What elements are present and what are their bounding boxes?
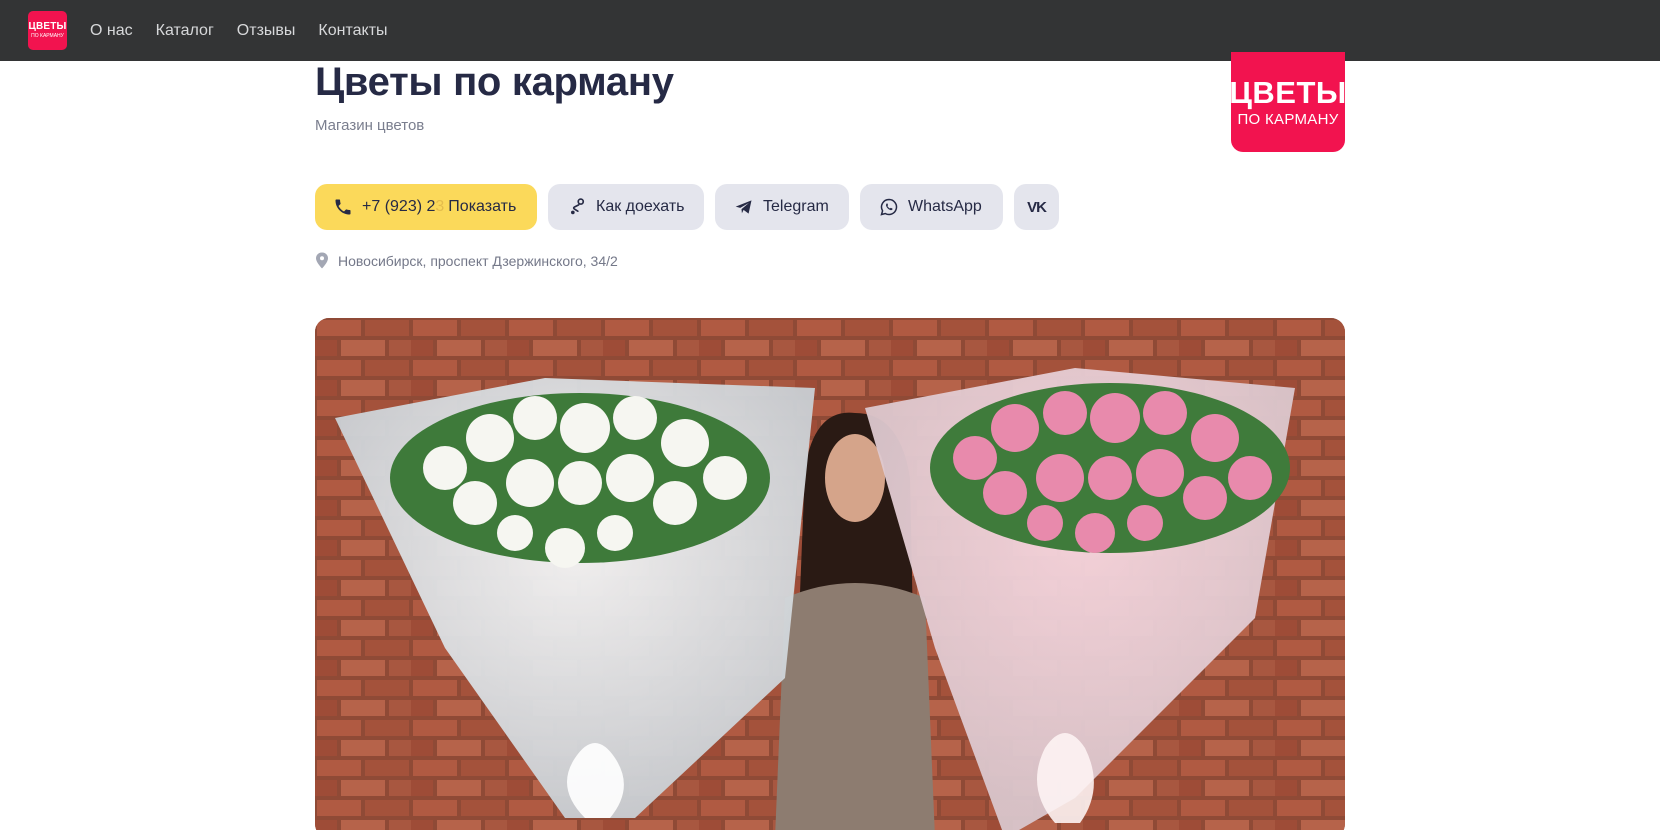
address-text: Новосибирск, проспект Дзержинского, 34/2 bbox=[338, 252, 618, 269]
telegram-icon bbox=[734, 197, 754, 217]
nav-logo-line2: ПО КАРМАНУ bbox=[31, 33, 64, 39]
nav-logo[interactable]: ЦВЕТЫ ПО КАРМАНУ bbox=[28, 11, 67, 50]
page-title: Цветы по карману bbox=[315, 60, 674, 104]
bouquet-photo-illustration bbox=[315, 318, 1345, 830]
brand-logo-line2: ПО КАРМАНУ bbox=[1237, 111, 1339, 128]
phone-number: +7 (923) 2 bbox=[362, 198, 436, 215]
phone-show-label: Показать bbox=[448, 198, 517, 215]
brand-logo-line1: ЦВЕТЫ bbox=[1229, 75, 1347, 110]
action-buttons: +7 (923) 23 Показать Как доехать Telegra… bbox=[315, 184, 1059, 230]
top-navigation-bar: ЦВЕТЫ ПО КАРМАНУ О нас Каталог Отзывы Ко… bbox=[0, 0, 1660, 61]
nav-links: О нас Каталог Отзывы Контакты bbox=[90, 0, 411, 61]
address: Новосибирск, проспект Дзержинского, 34/2 bbox=[315, 252, 618, 269]
nav-link-contacts[interactable]: Контакты bbox=[318, 22, 387, 40]
brand-logo: ЦВЕТЫ ПО КАРМАНУ bbox=[1229, 52, 1347, 152]
nav-link-reviews[interactable]: Отзывы bbox=[237, 22, 296, 40]
route-button[interactable]: Как доехать bbox=[548, 184, 704, 230]
phone-button[interactable]: +7 (923) 23 Показать bbox=[315, 184, 537, 230]
page-subtitle: Магазин цветов bbox=[315, 117, 425, 134]
nav-link-catalog[interactable]: Каталог bbox=[156, 22, 214, 40]
vk-button[interactable]: VK bbox=[1014, 184, 1059, 230]
whatsapp-icon bbox=[879, 197, 899, 217]
location-pin-icon bbox=[315, 252, 329, 269]
nav-link-about[interactable]: О нас bbox=[90, 22, 133, 40]
vk-icon: VK bbox=[1027, 198, 1047, 216]
route-icon bbox=[567, 197, 587, 217]
nav-logo-line1: ЦВЕТЫ bbox=[28, 21, 67, 32]
phone-number-hidden: 3 bbox=[435, 198, 445, 215]
telegram-label: Telegram bbox=[763, 198, 829, 215]
hero-photo bbox=[315, 318, 1345, 830]
whatsapp-button[interactable]: WhatsApp bbox=[860, 184, 1003, 230]
telegram-button[interactable]: Telegram bbox=[715, 184, 849, 230]
route-label: Как доехать bbox=[596, 198, 685, 215]
phone-icon bbox=[333, 197, 353, 217]
whatsapp-label: WhatsApp bbox=[908, 198, 982, 215]
